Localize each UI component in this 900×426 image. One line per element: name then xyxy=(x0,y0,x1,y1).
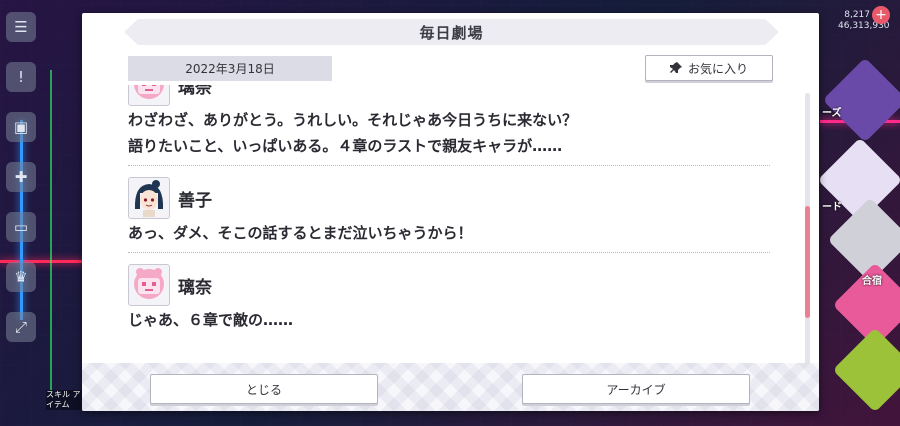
date-label: 2022年3月18日 xyxy=(128,56,332,81)
currency-counter: 8,217 46,313,930 xyxy=(838,10,890,32)
dialogue-line: じゃあ、６章で敵の…… xyxy=(128,311,294,329)
chat-icon[interactable]: ! xyxy=(6,62,36,92)
favorite-label: お気に入り xyxy=(687,61,748,76)
pin-icon xyxy=(669,62,682,73)
close-label: とじる xyxy=(245,382,282,397)
camp-label: 合宿 xyxy=(862,276,882,287)
speaker-name: 善子 xyxy=(178,190,212,211)
archive-label: アーカイブ xyxy=(606,382,666,397)
scrollbar[interactable] xyxy=(805,93,810,365)
dialog-title: 毎日劇場 xyxy=(419,23,484,42)
rina-avatar xyxy=(128,85,170,106)
dialogue-line: わざわざ、ありがとう。うれしい。それじゃあ今日うちに来ない？ xyxy=(128,111,578,129)
series-label: ーズ xyxy=(822,108,842,119)
currency-count-bottom: 46,313,930 xyxy=(838,21,890,31)
dialogue-log[interactable]: 璃奈 わざわざ、ありがとう。うれしい。それじゃあ今日うちに来ない？ 語りたいこと… xyxy=(128,85,770,370)
photo-icon[interactable]: ▭ xyxy=(6,212,36,242)
present-icon[interactable]: ▣ xyxy=(6,112,36,142)
scrollbar-thumb[interactable] xyxy=(805,206,810,318)
divider xyxy=(128,165,770,166)
daily-theater-dialog: 毎日劇場 2022年3月18日 お気に入り 璃奈 わざわざ、ありがとう。うれしい… xyxy=(82,13,819,411)
menu-icon[interactable]: ☰ xyxy=(6,12,36,42)
dialogue-line: あっ、ダメ、そこの話するとまだ泣いちゃうから！ xyxy=(128,224,473,242)
trophy-icon[interactable]: ♛ xyxy=(6,262,36,292)
dialogue-entry: 善子 あっ、ダメ、そこの話するとまだ泣いちゃうから！ xyxy=(128,176,770,253)
card-label: ード xyxy=(822,202,842,213)
favorite-button[interactable]: お気に入り xyxy=(645,55,773,81)
divider xyxy=(128,252,770,253)
menu-tile[interactable] xyxy=(832,327,900,413)
dialogue-entry: 璃奈 わざわざ、ありがとう。うれしい。それじゃあ今日うちに来ない？ 語りたいこと… xyxy=(128,85,770,166)
dialog-footer: とじる アーカイブ xyxy=(82,363,819,411)
menu-tile[interactable] xyxy=(822,57,900,143)
speaker-name: 璃奈 xyxy=(178,277,212,298)
speaker-row: 璃奈 xyxy=(128,85,770,107)
currency-count-top: 8,217 xyxy=(844,10,870,20)
speaker-row: 善子 xyxy=(128,176,770,220)
side-menu: ☰ ! ▣ ✚ ▭ ♛ ⤢ xyxy=(0,0,42,426)
dialog-title-bar: 毎日劇場 xyxy=(124,19,779,45)
neon-line xyxy=(50,70,52,390)
speaker-row: 璃奈 xyxy=(128,263,770,307)
dialogue-line: 語りたいこと、いっぱいある。４章のラストで親友キャラが…… xyxy=(128,137,563,155)
close-button[interactable]: とじる xyxy=(150,374,378,404)
speaker-name: 璃奈 xyxy=(178,85,212,98)
archive-button[interactable]: アーカイブ xyxy=(522,374,750,404)
expand-icon[interactable]: ⤢ xyxy=(6,312,36,342)
skill-item-label[interactable]: スキル アイテム xyxy=(46,390,82,410)
yoshiko-avatar xyxy=(128,177,170,219)
rina-avatar xyxy=(128,264,170,306)
gift-icon[interactable]: ✚ xyxy=(6,162,36,192)
add-currency-button[interactable]: + xyxy=(872,6,890,24)
dialogue-entry: 璃奈 じゃあ、６章で敵の…… xyxy=(128,263,770,333)
